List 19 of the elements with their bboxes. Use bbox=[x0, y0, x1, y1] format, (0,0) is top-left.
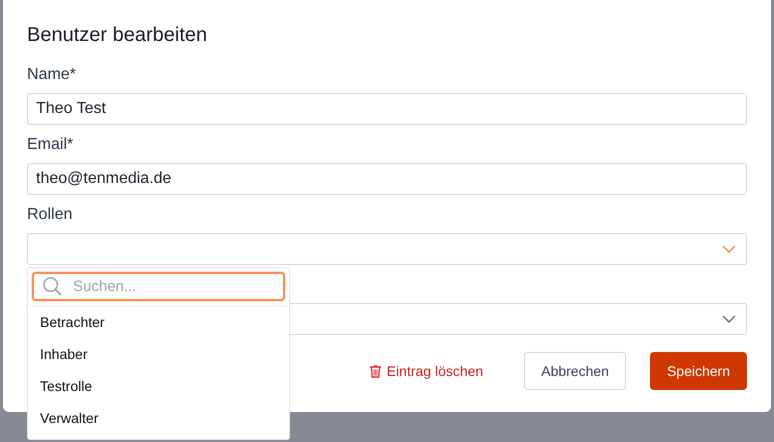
chevron-down-icon bbox=[722, 315, 736, 323]
dropdown-option[interactable]: Inhaber bbox=[28, 338, 289, 370]
field-label: Rollen bbox=[27, 205, 74, 225]
trash-icon bbox=[370, 364, 381, 378]
field-label: Name* bbox=[27, 65, 77, 85]
dropdown-option[interactable]: Betrachter bbox=[28, 306, 289, 338]
delete-link[interactable]: Eintrag löschen bbox=[370, 363, 484, 379]
dropdown-option[interactable]: Testrolle bbox=[28, 370, 289, 402]
field-label: Email* bbox=[27, 135, 74, 155]
save-button[interactable]: Speichern bbox=[650, 352, 747, 390]
dialog-title: Benutzer bearbeiten bbox=[27, 23, 208, 48]
text-field[interactable]: Theo Test bbox=[27, 93, 747, 125]
chevron-down-icon bbox=[722, 245, 736, 253]
search-icon bbox=[42, 276, 63, 297]
select-field[interactable] bbox=[27, 233, 747, 265]
dropdown-option[interactable]: Verwalter bbox=[28, 402, 289, 434]
cancel-button[interactable]: Abbrechen bbox=[524, 352, 626, 390]
search-field[interactable]: Suchen... bbox=[32, 272, 285, 301]
text-field[interactable]: theo@tenmedia.de bbox=[27, 163, 747, 195]
